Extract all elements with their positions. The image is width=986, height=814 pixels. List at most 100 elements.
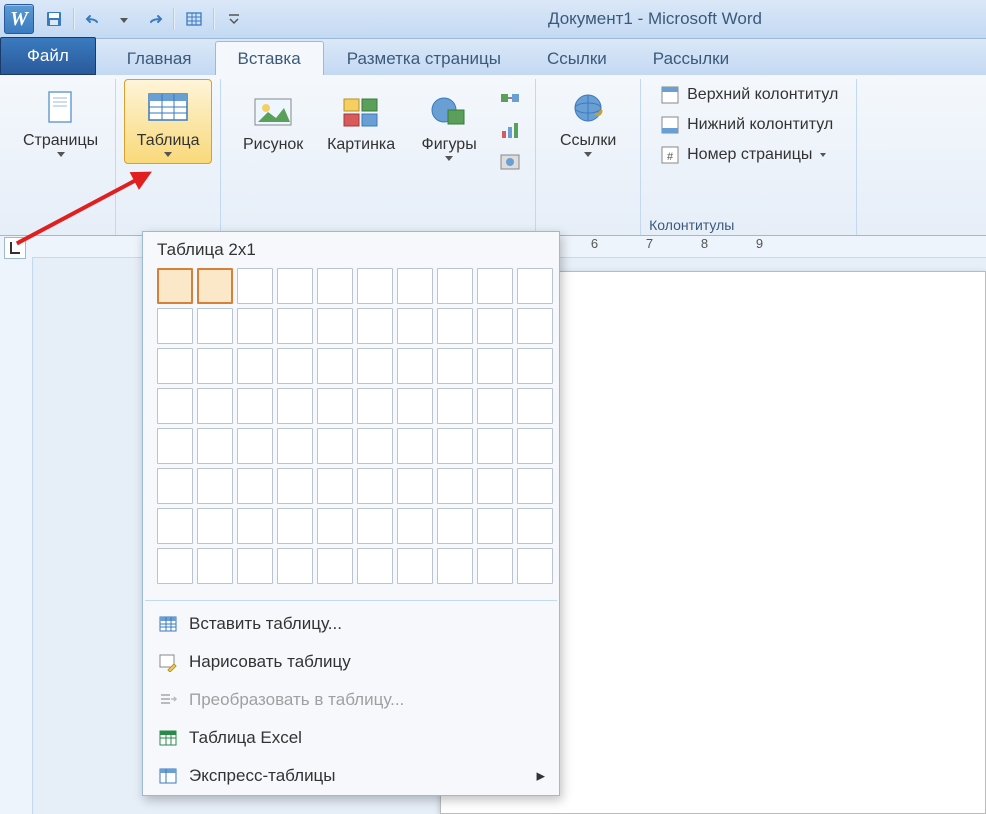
grid-cell[interactable]	[477, 348, 513, 384]
grid-cell[interactable]	[517, 348, 553, 384]
grid-cell[interactable]	[277, 548, 313, 584]
grid-cell[interactable]	[157, 468, 193, 504]
grid-cell[interactable]	[237, 428, 273, 464]
redo-icon[interactable]	[140, 5, 168, 33]
grid-cell[interactable]	[517, 508, 553, 544]
grid-cell[interactable]	[197, 388, 233, 424]
grid-cell[interactable]	[437, 348, 473, 384]
shapes-button[interactable]: Фигуры	[405, 83, 493, 168]
grid-cell[interactable]	[237, 508, 273, 544]
table-button[interactable]: Таблица	[124, 79, 212, 164]
grid-cell[interactable]	[517, 268, 553, 304]
grid-cell[interactable]	[357, 268, 393, 304]
table-grid-picker[interactable]	[143, 268, 559, 596]
tab-file[interactable]: Файл	[0, 37, 96, 75]
tab-layout[interactable]: Разметка страницы	[324, 41, 524, 75]
grid-cell[interactable]	[437, 308, 473, 344]
excel-table-item[interactable]: Таблица Excel	[143, 719, 559, 757]
grid-cell[interactable]	[397, 428, 433, 464]
grid-cell[interactable]	[157, 348, 193, 384]
grid-cell[interactable]	[397, 348, 433, 384]
pages-button[interactable]: Страницы	[14, 79, 107, 164]
links-button[interactable]: Ссылки	[544, 79, 632, 164]
grid-cell[interactable]	[157, 428, 193, 464]
grid-cell[interactable]	[197, 468, 233, 504]
grid-cell[interactable]	[317, 388, 353, 424]
grid-cell[interactable]	[357, 468, 393, 504]
grid-cell[interactable]	[157, 508, 193, 544]
undo-dropdown-icon[interactable]	[110, 5, 138, 33]
grid-cell[interactable]	[397, 468, 433, 504]
grid-cell[interactable]	[357, 548, 393, 584]
clipart-button[interactable]: Картинка	[317, 83, 405, 161]
word-app-icon[interactable]: W	[4, 4, 34, 34]
grid-cell[interactable]	[517, 548, 553, 584]
grid-cell[interactable]	[157, 308, 193, 344]
grid-cell[interactable]	[517, 428, 553, 464]
grid-cell[interactable]	[157, 548, 193, 584]
grid-cell[interactable]	[277, 508, 313, 544]
tab-references[interactable]: Ссылки	[524, 41, 630, 75]
grid-cell[interactable]	[517, 468, 553, 504]
screenshot-icon[interactable]	[499, 151, 521, 177]
footer-button[interactable]: Нижний колонтитул	[653, 111, 844, 139]
grid-cell[interactable]	[277, 388, 313, 424]
grid-cell[interactable]	[397, 508, 433, 544]
grid-cell[interactable]	[197, 548, 233, 584]
grid-cell[interactable]	[197, 308, 233, 344]
grid-cell[interactable]	[197, 428, 233, 464]
grid-cell[interactable]	[437, 268, 473, 304]
grid-cell[interactable]	[517, 308, 553, 344]
grid-cell[interactable]	[197, 508, 233, 544]
grid-cell[interactable]	[277, 428, 313, 464]
grid-cell[interactable]	[277, 348, 313, 384]
grid-cell[interactable]	[477, 468, 513, 504]
grid-cell[interactable]	[437, 468, 473, 504]
grid-cell[interactable]	[237, 348, 273, 384]
tab-home[interactable]: Главная	[104, 41, 215, 75]
grid-cell[interactable]	[517, 388, 553, 424]
insert-table-item[interactable]: Вставить таблицу...	[143, 605, 559, 643]
grid-cell[interactable]	[237, 388, 273, 424]
grid-cell[interactable]	[477, 388, 513, 424]
chart-icon[interactable]	[499, 119, 521, 145]
grid-cell[interactable]	[357, 388, 393, 424]
smartart-icon[interactable]	[499, 87, 521, 113]
qat-customize-icon[interactable]	[220, 5, 248, 33]
grid-cell[interactable]	[397, 308, 433, 344]
grid-cell[interactable]	[277, 468, 313, 504]
grid-cell[interactable]	[157, 388, 193, 424]
tab-mailings[interactable]: Рассылки	[630, 41, 752, 75]
grid-cell[interactable]	[357, 308, 393, 344]
save-icon[interactable]	[40, 5, 68, 33]
picture-button[interactable]: Рисунок	[229, 83, 317, 161]
qat-table-icon[interactable]	[180, 5, 208, 33]
grid-cell[interactable]	[437, 508, 473, 544]
grid-cell[interactable]	[357, 348, 393, 384]
grid-cell[interactable]	[397, 548, 433, 584]
grid-cell[interactable]	[437, 428, 473, 464]
quick-tables-item[interactable]: Экспресс-таблицы ▸	[143, 757, 559, 795]
grid-cell[interactable]	[477, 548, 513, 584]
grid-cell[interactable]	[237, 308, 273, 344]
grid-cell[interactable]	[477, 268, 513, 304]
grid-cell[interactable]	[197, 268, 233, 304]
grid-cell[interactable]	[277, 308, 313, 344]
grid-cell[interactable]	[437, 548, 473, 584]
grid-cell[interactable]	[317, 348, 353, 384]
grid-cell[interactable]	[157, 268, 193, 304]
tab-insert[interactable]: Вставка	[215, 41, 324, 75]
undo-icon[interactable]	[80, 5, 108, 33]
grid-cell[interactable]	[317, 428, 353, 464]
draw-table-item[interactable]: Нарисовать таблицу	[143, 643, 559, 681]
grid-cell[interactable]	[477, 428, 513, 464]
grid-cell[interactable]	[237, 468, 273, 504]
grid-cell[interactable]	[197, 348, 233, 384]
pagenumber-button[interactable]: # Номер страницы	[653, 141, 844, 169]
grid-cell[interactable]	[237, 548, 273, 584]
grid-cell[interactable]	[357, 428, 393, 464]
grid-cell[interactable]	[357, 508, 393, 544]
grid-cell[interactable]	[317, 508, 353, 544]
grid-cell[interactable]	[317, 548, 353, 584]
grid-cell[interactable]	[477, 308, 513, 344]
